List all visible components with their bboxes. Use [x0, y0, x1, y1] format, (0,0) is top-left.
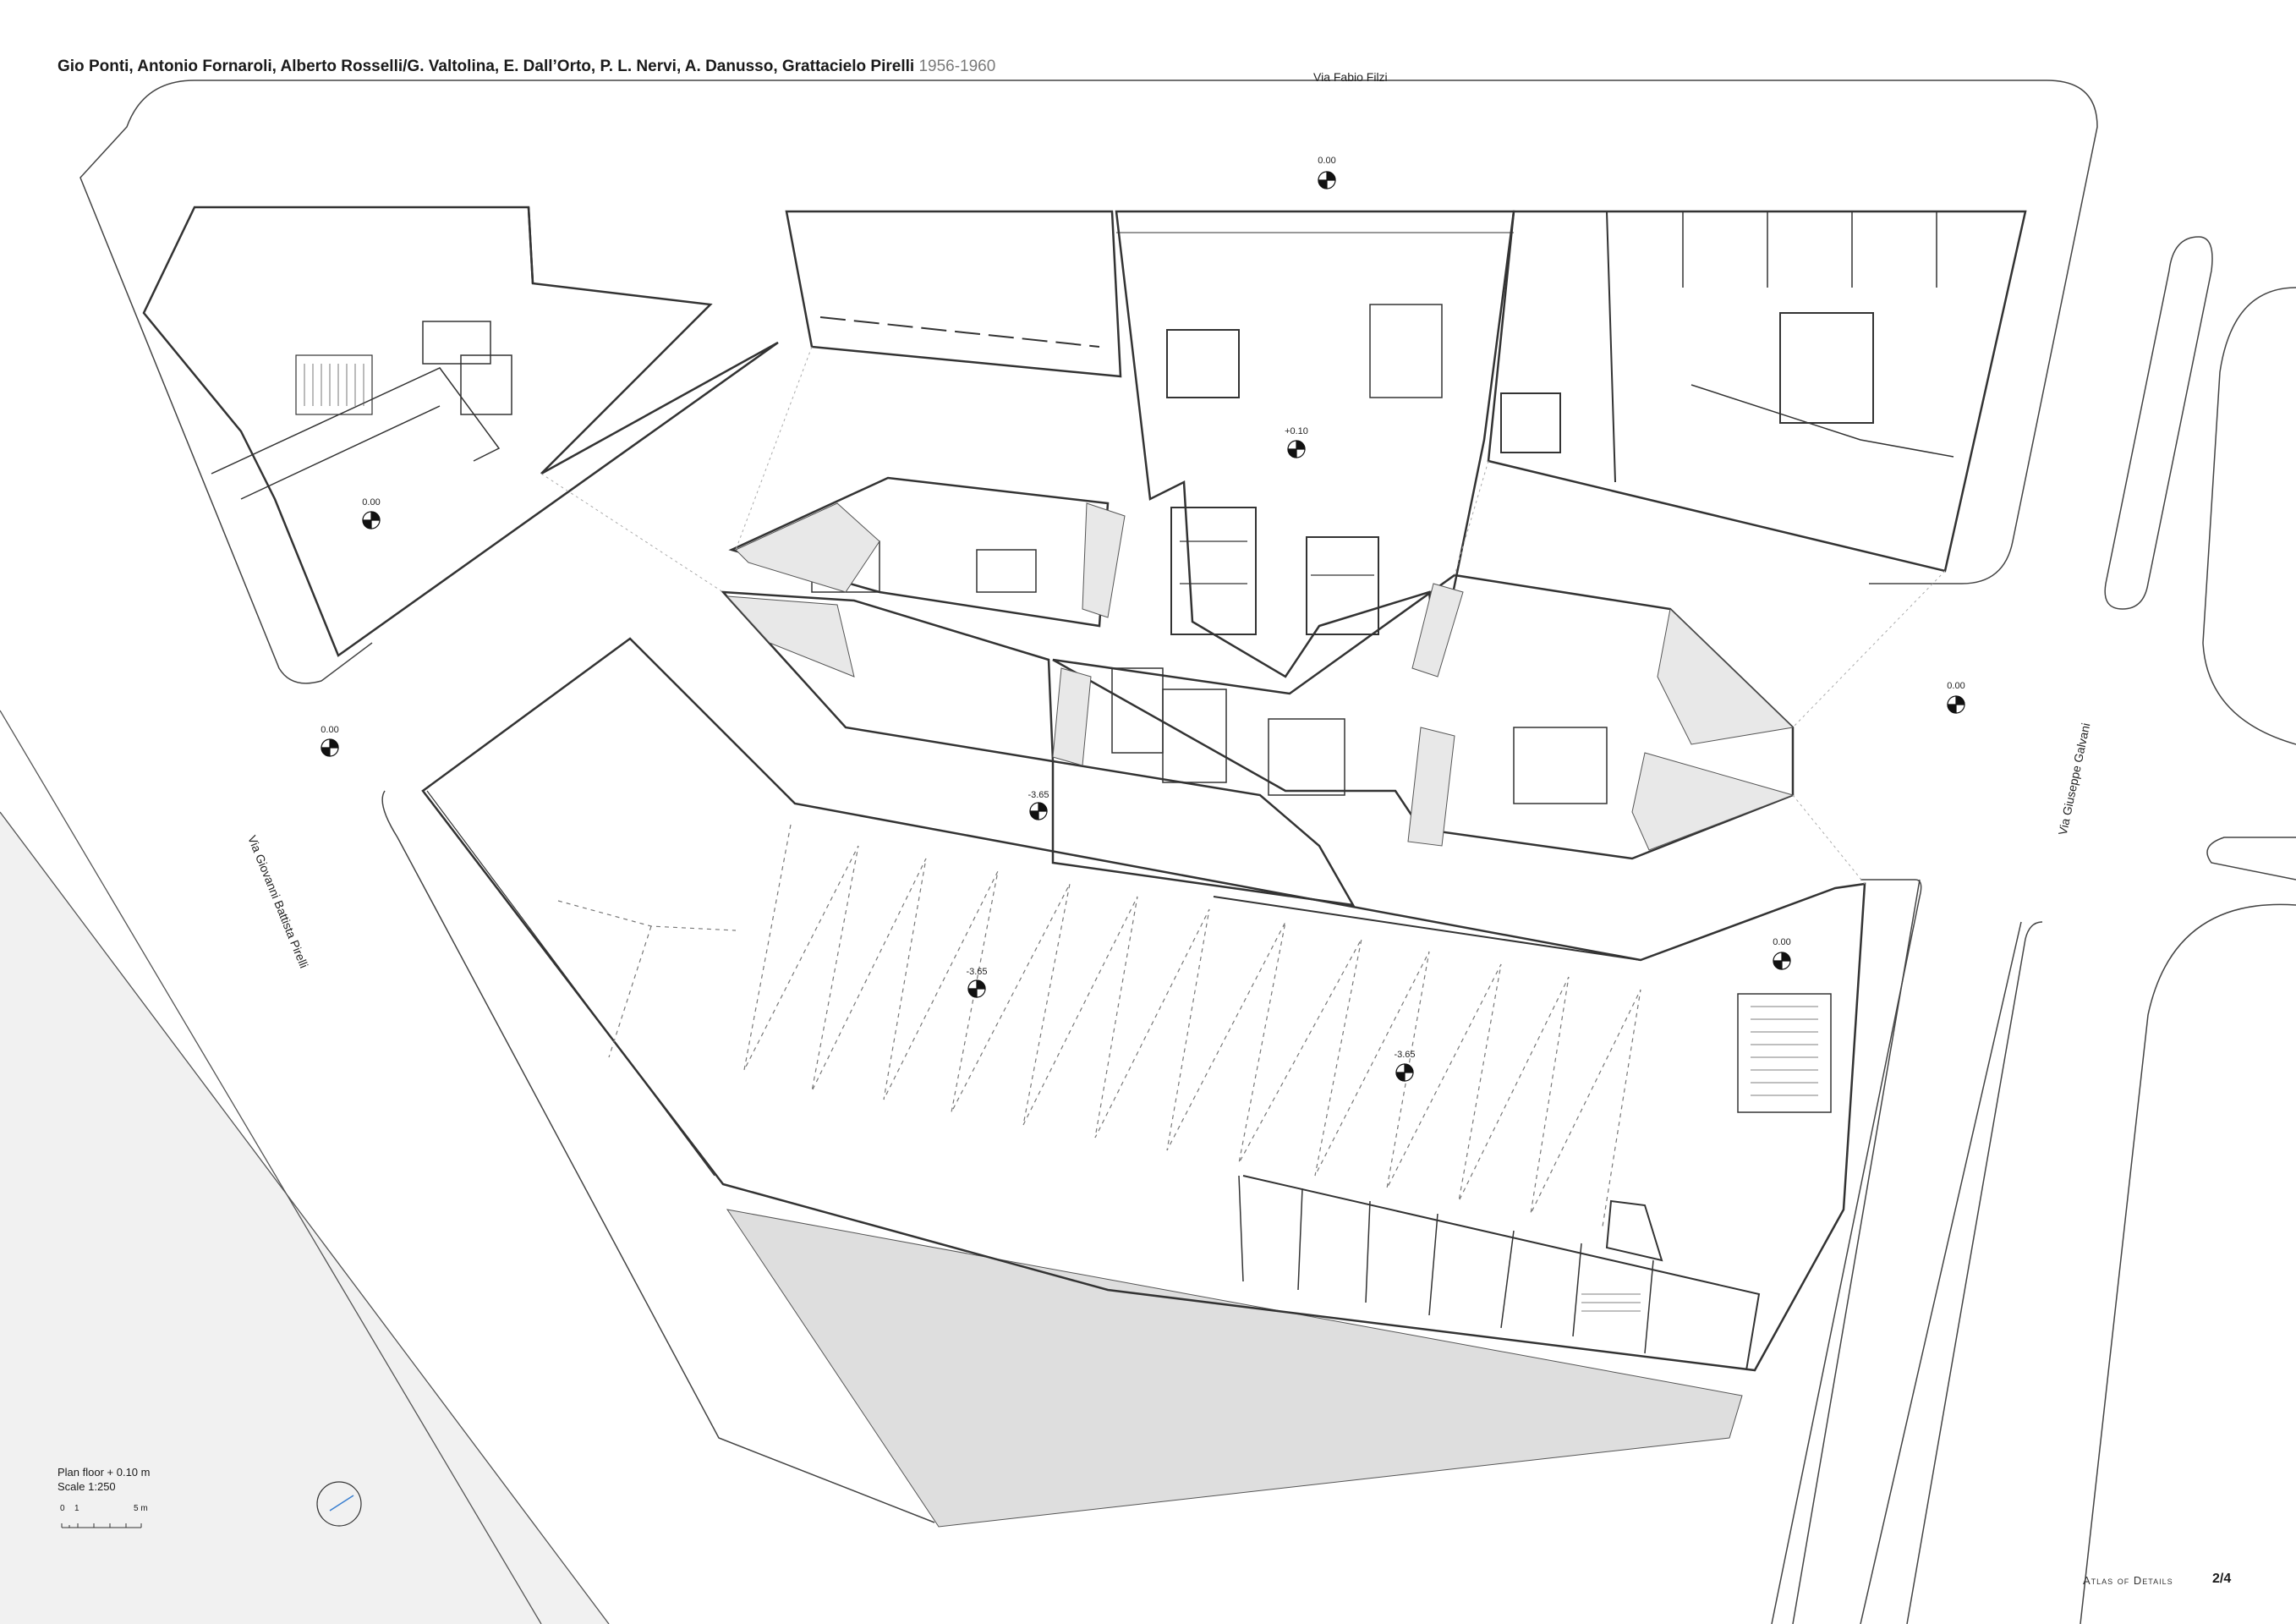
scalebar-tick-1: 1	[74, 1504, 79, 1513]
level-label-west-plaza: 0.00	[321, 725, 339, 735]
level-marker-west-block	[362, 511, 381, 529]
street-label-north: Via Fabio Filzi	[1313, 70, 1388, 84]
level-label-lobby: +0.10	[1285, 426, 1308, 436]
level-marker-sunken-west	[967, 979, 986, 998]
central-wings	[721, 476, 1795, 907]
level-label-west-block: 0.00	[362, 497, 381, 508]
level-label-north: 0.00	[1318, 156, 1336, 166]
drawing-sheet: Gio Ponti, Antonio Fornaroli, Alberto Ro…	[0, 0, 2296, 1624]
scalebar-tick-0: 0	[60, 1504, 65, 1513]
west-stair	[304, 364, 364, 406]
level-marker-east-plaza	[1947, 695, 1965, 714]
level-label-east-plaza: 0.00	[1947, 681, 1965, 691]
scalebar-tick-5m: 5 m	[134, 1504, 148, 1513]
east-block	[1487, 210, 2027, 573]
floor-plan-drawing	[0, 80, 2296, 1624]
north-center-block	[785, 210, 1122, 378]
sunken-grey-area	[726, 1209, 1743, 1528]
level-label-ramp: -3.65	[1027, 790, 1049, 800]
scale-label: Scale 1:250	[58, 1480, 116, 1493]
page-number: 2/4	[2212, 1572, 2232, 1586]
folded-structure	[557, 824, 1641, 1227]
plan-label: Plan floor + 0.10 m	[58, 1466, 151, 1479]
level-marker-west-plaza	[321, 738, 339, 757]
footer-atlas-label: Atlas of Details	[2083, 1574, 2173, 1587]
level-label-sunken-west: -3.65	[966, 967, 988, 977]
west-block	[142, 206, 779, 657]
level-markers	[321, 171, 1965, 1082]
stone-fill-areas	[726, 502, 1795, 851]
plan-legend: Plan floor + 0.10 m Scale 1:250	[58, 1465, 150, 1494]
sunken-hall	[421, 637, 1866, 1372]
hall-stairs	[1581, 1006, 1818, 1312]
level-label-sunken-east: -3.65	[1394, 1050, 1416, 1060]
level-marker-north	[1318, 171, 1336, 189]
level-label-southeast: 0.00	[1773, 937, 1791, 947]
level-marker-southeast	[1773, 952, 1791, 970]
level-marker-lobby	[1287, 440, 1306, 458]
level-marker-ramp	[1029, 802, 1048, 820]
level-marker-sunken-east	[1395, 1063, 1414, 1082]
